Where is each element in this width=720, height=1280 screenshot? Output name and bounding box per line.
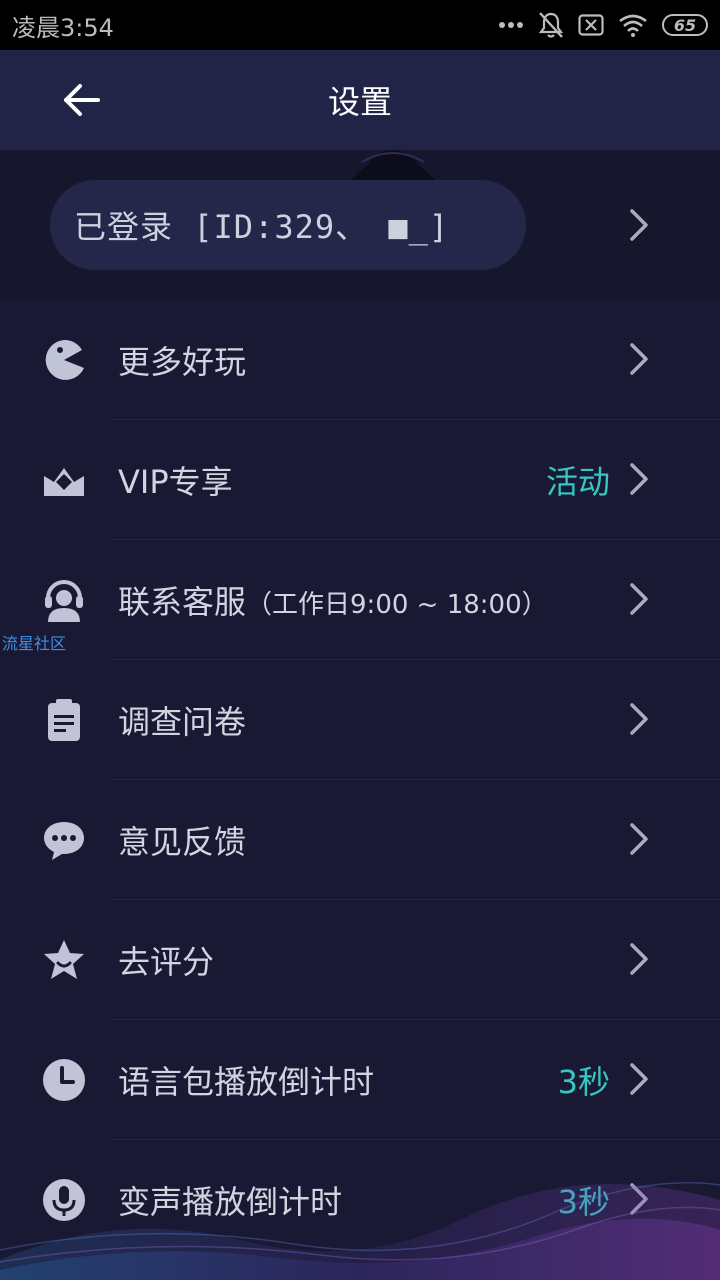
chevron-right-icon [630, 463, 648, 495]
menu-item-label: 语言包播放倒计时 [118, 1063, 375, 1101]
menu-item-customer-service[interactable]: 联系客服（工作日9:00 ~ 18:00） [0, 540, 720, 660]
settings-list: 更多好玩 VIP专享 活动 联系客服（工作日9:00 ~ 18:00） 调查问卷… [0, 300, 720, 1260]
menu-item-more-fun[interactable]: 更多好玩 [0, 300, 720, 420]
login-section: 已登录 [ID:329、 ■_] [0, 150, 720, 300]
status-bar: 凌晨3:54 65 [0, 0, 720, 50]
page-title: 设置 [327, 83, 392, 121]
menu-item-vip[interactable]: VIP专享 活动 [0, 420, 720, 540]
menu-item-voice-change-countdown[interactable]: 变声播放倒计时 3秒 [0, 1140, 720, 1260]
sim-off-icon [578, 14, 604, 36]
chevron-right-icon [630, 343, 648, 375]
battery-indicator: 65 [662, 14, 708, 36]
bell-muted-icon [538, 12, 564, 38]
menu-item-feedback[interactable]: 意见反馈 [0, 780, 720, 900]
clock-icon [43, 1059, 85, 1101]
crown-icon [44, 468, 84, 496]
app-bar: 设置 [0, 50, 720, 150]
menu-item-label: 变声播放倒计时 [118, 1183, 343, 1221]
chevron-right-icon [630, 703, 648, 735]
menu-item-label: 去评分 [118, 943, 215, 981]
menu-item-label: 联系客服（工作日9:00 ~ 18:00） [118, 583, 548, 621]
login-status-button[interactable]: 已登录 [ID:329、 ■_] [50, 180, 526, 270]
pacman-icon [45, 339, 84, 380]
menu-item-label: 更多好玩 [118, 343, 247, 381]
chat-bubble-icon [44, 822, 84, 860]
menu-item-badge: 活动 [545, 463, 610, 501]
menu-item-survey[interactable]: 调查问卷 [0, 660, 720, 780]
menu-item-label: VIP专享 [118, 463, 233, 501]
community-floating-label[interactable]: 流星社区 [2, 630, 66, 654]
chevron-right-icon [630, 1183, 648, 1215]
chevron-right-icon [630, 943, 648, 975]
star-icon [44, 940, 84, 979]
menu-item-label: 调查问卷 [118, 703, 247, 741]
menu-item-voice-pack-countdown[interactable]: 语言包播放倒计时 3秒 [0, 1020, 720, 1140]
menu-item-value: 3秒 [557, 1063, 610, 1101]
status-time: 凌晨3:54 [12, 13, 114, 42]
chevron-right-icon [630, 823, 648, 855]
menu-item-sublabel: （工作日9:00 ~ 18:00） [246, 590, 548, 620]
menu-item-value: 3秒 [557, 1183, 610, 1221]
menu-item-rate[interactable]: 去评分 [0, 900, 720, 1020]
microphone-icon [43, 1179, 85, 1221]
battery-level: 65 [673, 15, 697, 35]
wifi-icon [619, 14, 647, 37]
chevron-right-icon [630, 1063, 648, 1095]
chevron-right-icon [630, 583, 648, 615]
headset-user-icon [45, 580, 83, 622]
clipboard-icon [48, 699, 80, 741]
login-status-text: 已登录 [ID:329、 ■_] [74, 208, 450, 246]
status-icons: 65 [498, 11, 708, 39]
chevron-right-icon [630, 209, 648, 241]
more-dots-icon [499, 22, 523, 28]
arrow-left-icon[interactable] [62, 82, 102, 118]
menu-item-label: 意见反馈 [118, 823, 247, 861]
